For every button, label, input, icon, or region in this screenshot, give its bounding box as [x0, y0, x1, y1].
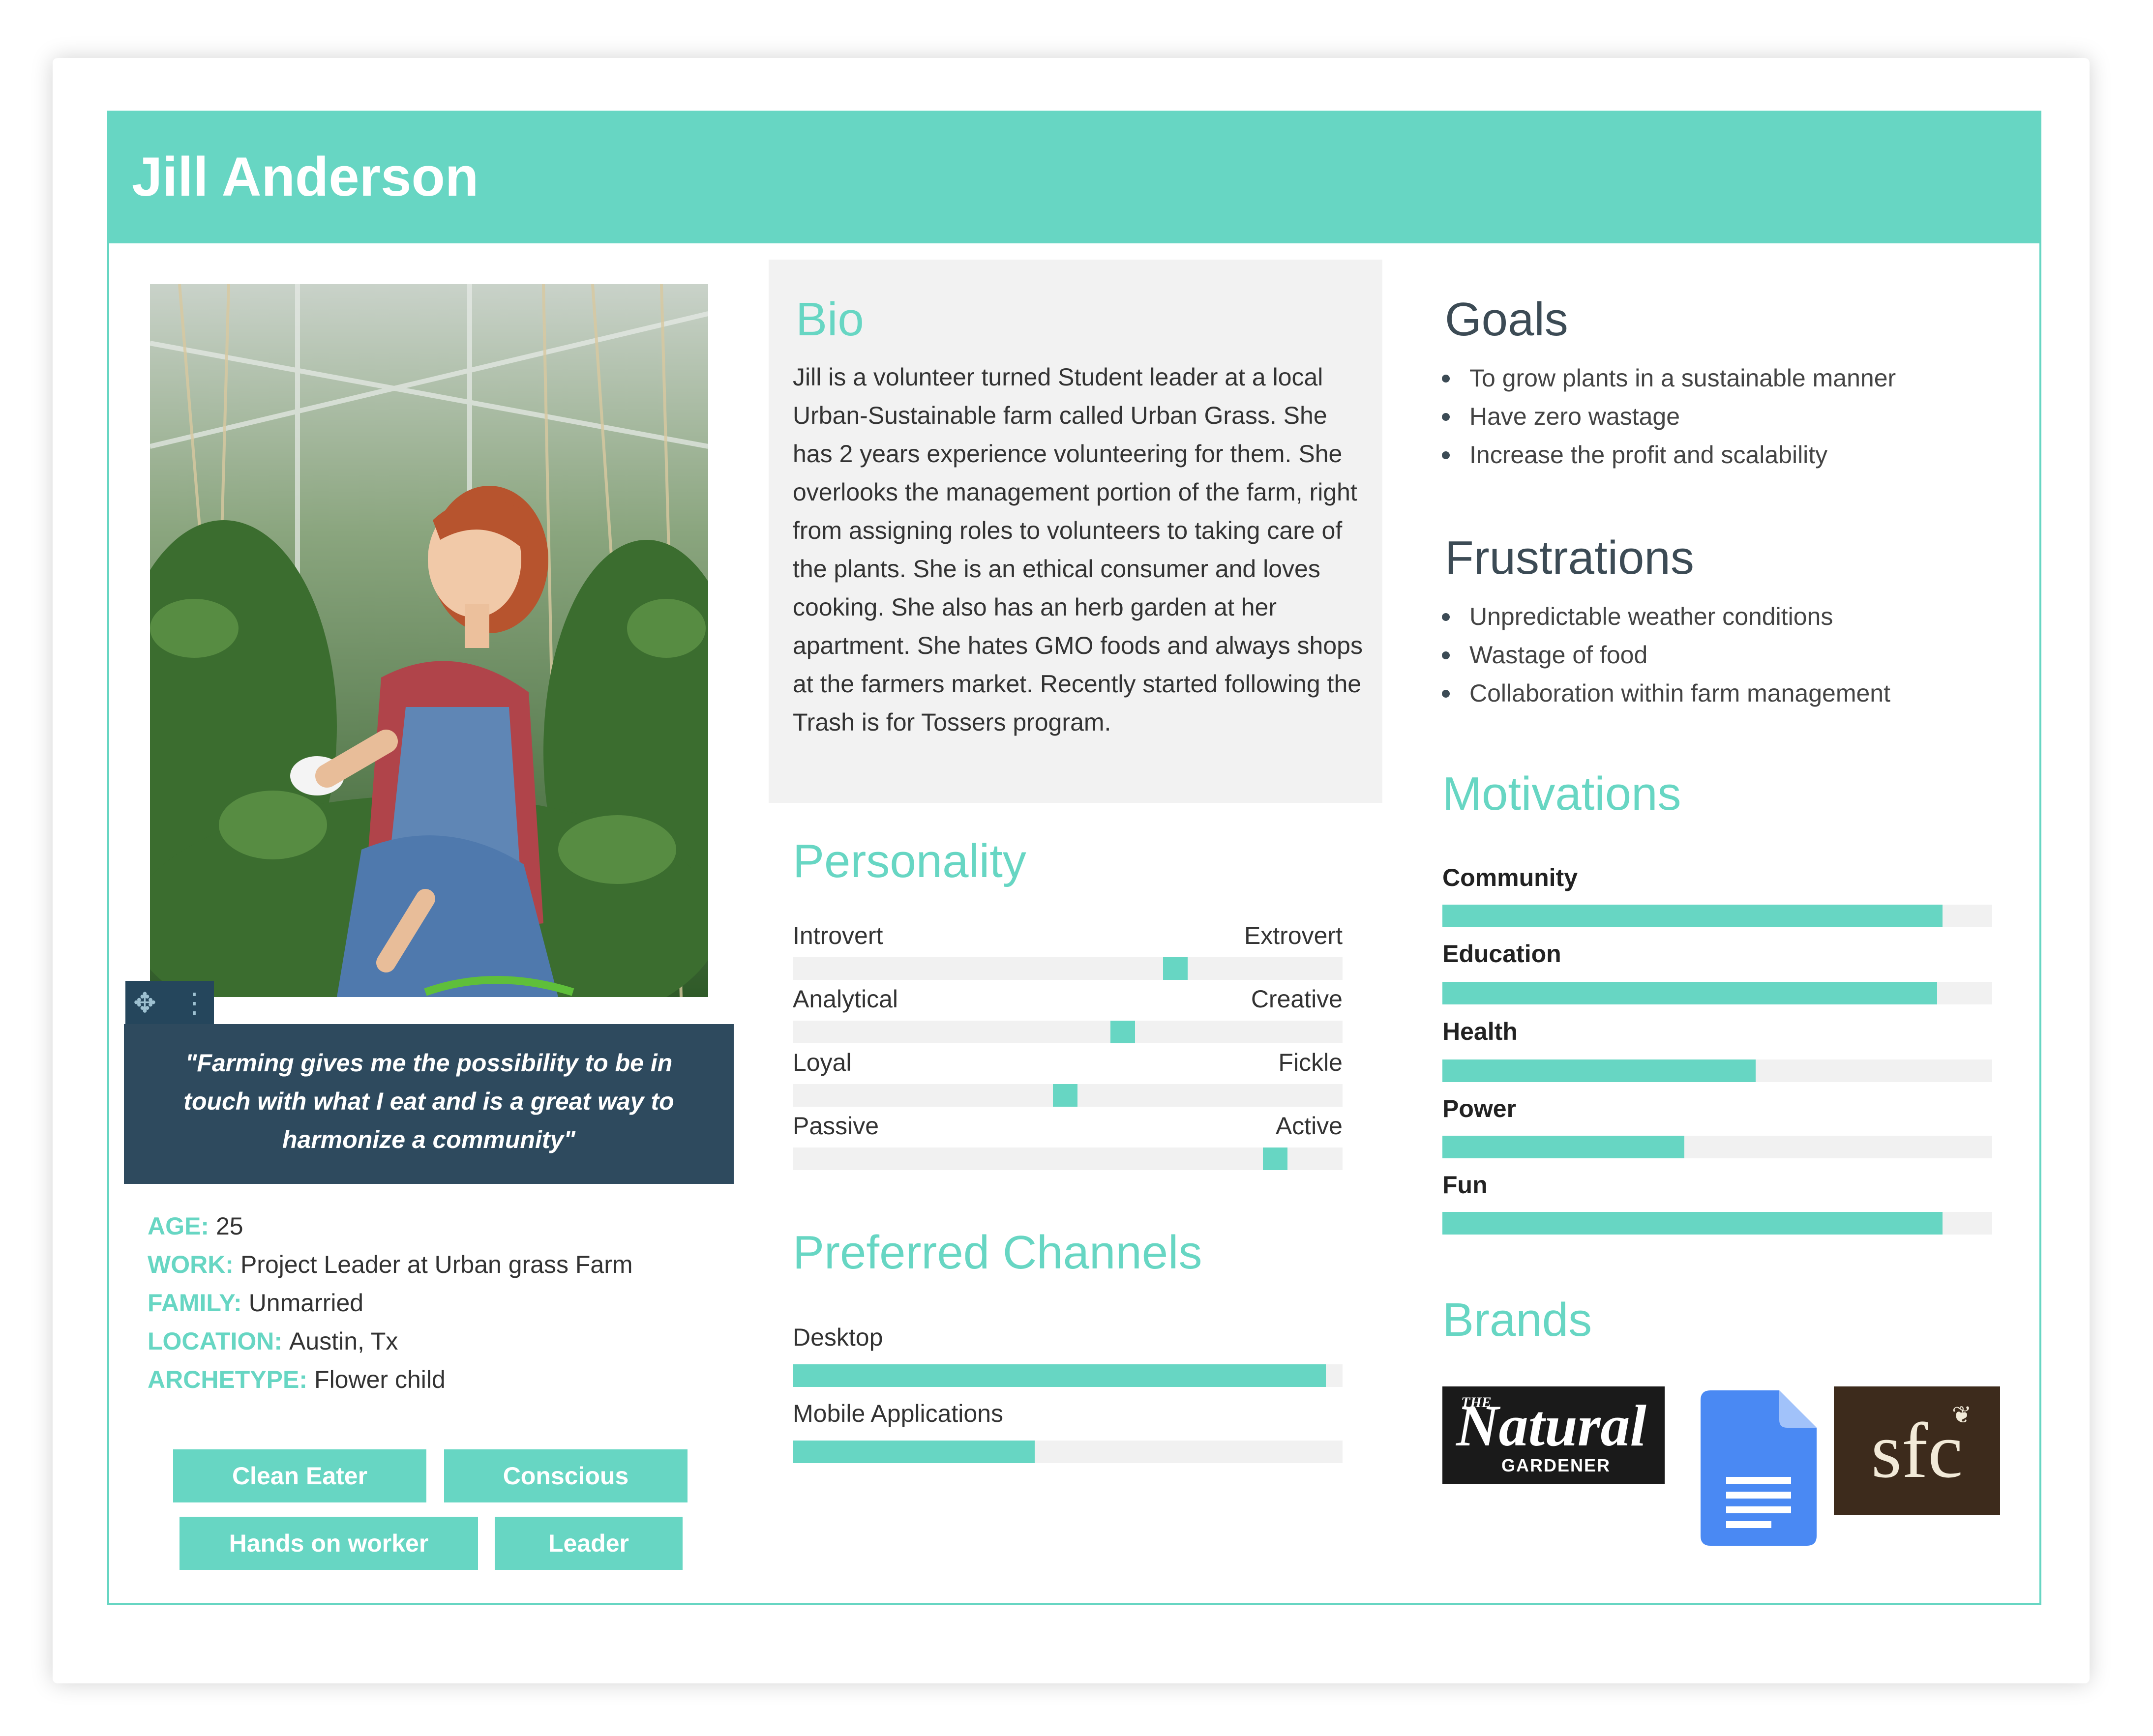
scale-right-label: Active: [1275, 1112, 1343, 1140]
bio-heading: Bio: [796, 293, 864, 346]
fact-value: Austin, Tx: [289, 1327, 398, 1355]
tag-hands-on-worker[interactable]: Hands on worker: [179, 1517, 478, 1570]
list-item: To grow plants in a sustainable manner: [1440, 359, 1896, 397]
list-item: Unpredictable weather conditions: [1440, 597, 1890, 636]
leaf-icon: ❦: [1952, 1402, 1972, 1428]
channel-label: Desktop: [793, 1324, 883, 1351]
scale-knob[interactable]: [1110, 1021, 1135, 1043]
channel-bar-mobile: [793, 1441, 1343, 1463]
fact-value: Project Leader at Urban grass Farm: [240, 1251, 633, 1278]
google-docs-icon-graphic: [1701, 1390, 1817, 1546]
scale-right-label: Fickle: [1278, 1049, 1343, 1076]
goals-list: To grow plants in a sustainable manner H…: [1440, 359, 1896, 474]
motivation-label: Health: [1442, 1018, 1518, 1045]
brand-sfc-logo[interactable]: sfc ❦: [1834, 1386, 2000, 1515]
fact-family: FAMILY: Unmarried: [148, 1284, 713, 1322]
fact-value: Unmarried: [248, 1289, 364, 1317]
scale-knob[interactable]: [1163, 957, 1188, 980]
persona-name: Jill Anderson: [132, 146, 479, 207]
fact-archetype: ARCHETYPE: Flower child: [148, 1360, 713, 1399]
channel-fill: [793, 1441, 1035, 1463]
motivations-heading: Motivations: [1442, 767, 1681, 820]
scale-knob[interactable]: [1263, 1148, 1287, 1170]
more-vertical-icon[interactable]: ⋮: [180, 986, 208, 1020]
fact-age: AGE: 25: [148, 1207, 713, 1245]
scale-track-introvert-extrovert: [793, 957, 1343, 980]
image-toolbar: ✥ ⋮: [125, 981, 214, 1025]
brands-heading: Brands: [1442, 1294, 1592, 1346]
motivation-bar-education: [1442, 982, 1992, 1004]
fact-location: LOCATION: Austin, Tx: [148, 1322, 713, 1360]
motivation-label: Power: [1442, 1095, 1517, 1122]
frustrations-heading: Frustrations: [1445, 531, 1694, 584]
persona-quote: "Farming gives me the possibility to be …: [124, 1024, 734, 1184]
scale-left-label: Passive: [793, 1112, 879, 1140]
persona-facts: AGE: 25 WORK: Project Leader at Urban gras…: [148, 1207, 713, 1399]
channels-heading: Preferred Channels: [793, 1226, 1202, 1279]
persona-header: Jill Anderson: [107, 111, 2041, 243]
fact-key: FAMILY:: [148, 1289, 242, 1317]
motivation-fill: [1442, 1059, 1756, 1082]
photo-illustration: [150, 284, 708, 997]
fact-key: WORK:: [148, 1251, 234, 1278]
bio-text: Jill is a volunteer turned Student leade…: [793, 363, 1363, 736]
motivation-label: Education: [1442, 940, 1561, 968]
scale-track-loyal-fickle: [793, 1084, 1343, 1107]
list-item: Increase the profit and scalability: [1440, 436, 1896, 474]
motivation-fill: [1442, 982, 1938, 1004]
scale-left-label: Analytical: [793, 985, 898, 1013]
frustrations-list: Unpredictable weather conditions Wastage…: [1440, 597, 1890, 712]
fact-key: ARCHETYPE:: [148, 1366, 308, 1393]
motivation-label: Community: [1442, 864, 1578, 891]
goals-heading: Goals: [1445, 293, 1568, 346]
motivation-label: Fun: [1442, 1171, 1488, 1199]
google-docs-icon[interactable]: [1701, 1390, 1817, 1546]
fact-value: Flower child: [314, 1366, 446, 1393]
scale-track-passive-active: [793, 1148, 1343, 1170]
personality-heading: Personality: [793, 835, 1026, 887]
brand-natural-gardener-logo[interactable]: THE Natural GARDENER: [1442, 1386, 1665, 1484]
tag-clean-eater[interactable]: Clean Eater: [173, 1449, 426, 1502]
fact-key: LOCATION:: [148, 1327, 283, 1355]
channel-bar-desktop: [793, 1364, 1343, 1387]
list-item: Have zero wastage: [1440, 397, 1896, 436]
scale-right-label: Creative: [1251, 985, 1343, 1013]
motivation-bar-power: [1442, 1136, 1992, 1158]
motivation-bar-health: [1442, 1059, 1992, 1082]
channel-fill: [793, 1364, 1326, 1387]
motivation-fill: [1442, 1212, 1943, 1235]
scale-left-label: Introvert: [793, 922, 883, 949]
list-item: Collaboration within farm management: [1440, 674, 1890, 712]
fact-work: WORK: Project Leader at Urban grass Farm: [148, 1245, 713, 1284]
motivation-bar-fun: [1442, 1212, 1992, 1235]
fact-key: AGE:: [148, 1212, 209, 1240]
motivation-fill: [1442, 1136, 1684, 1158]
brand-logo-main: Natural: [1456, 1393, 1646, 1458]
brand-logo-main: sfc: [1871, 1407, 1963, 1494]
scale-left-label: Loyal: [793, 1049, 852, 1076]
channel-label: Mobile Applications: [793, 1400, 1004, 1427]
persona-photo[interactable]: [150, 284, 708, 997]
tag-conscious[interactable]: Conscious: [444, 1449, 688, 1502]
list-item: Wastage of food: [1440, 636, 1890, 674]
motivation-fill: [1442, 905, 1943, 927]
tag-leader[interactable]: Leader: [495, 1517, 683, 1570]
scale-right-label: Extrovert: [1244, 922, 1343, 949]
scale-knob[interactable]: [1053, 1084, 1077, 1107]
move-icon[interactable]: ✥: [133, 986, 156, 1020]
motivation-bar-community: [1442, 905, 1992, 927]
brand-logo-sub: GARDENER: [1501, 1455, 1611, 1475]
scale-track-analytical-creative: [793, 1021, 1343, 1043]
fact-value: 25: [216, 1212, 243, 1240]
